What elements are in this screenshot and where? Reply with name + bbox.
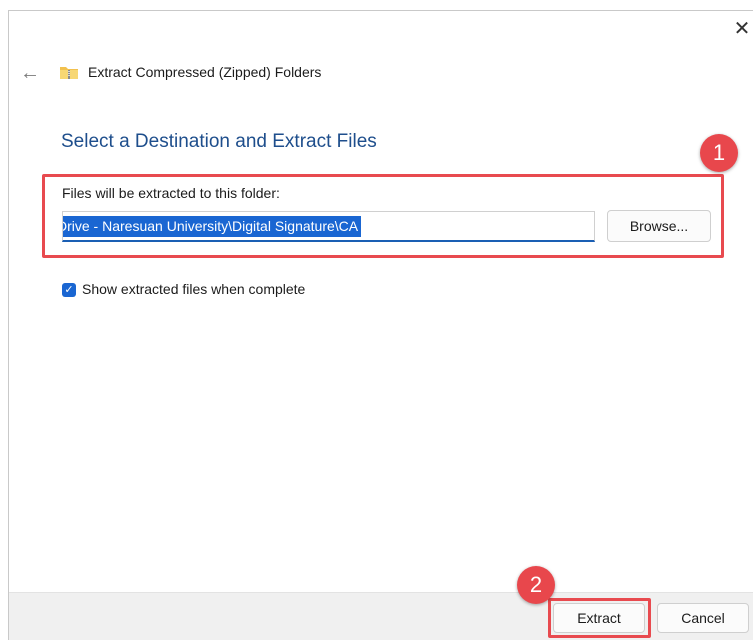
extract-dialog [8, 10, 753, 640]
back-arrow-icon[interactable]: ← [20, 63, 40, 83]
cancel-button[interactable]: Cancel [657, 603, 749, 633]
annotation-badge-1: 1 [700, 134, 738, 172]
annotation-highlight-extract [548, 598, 651, 638]
screenshot-canvas: ✕ ← Extract Compressed (Zipped) Folders … [0, 0, 753, 640]
window-title: Extract Compressed (Zipped) Folders [88, 64, 322, 80]
annotation-badge-2: 2 [517, 566, 555, 604]
annotation-highlight-destination [42, 174, 724, 258]
close-icon[interactable]: ✕ [733, 19, 751, 39]
show-files-checkbox-label[interactable]: Show extracted files when complete [82, 281, 305, 297]
zip-folder-icon [60, 67, 78, 79]
page-heading: Select a Destination and Extract Files [61, 131, 377, 152]
checkmark-icon: ✓ [64, 284, 74, 296]
show-files-checkbox[interactable]: ✓ [62, 283, 76, 297]
